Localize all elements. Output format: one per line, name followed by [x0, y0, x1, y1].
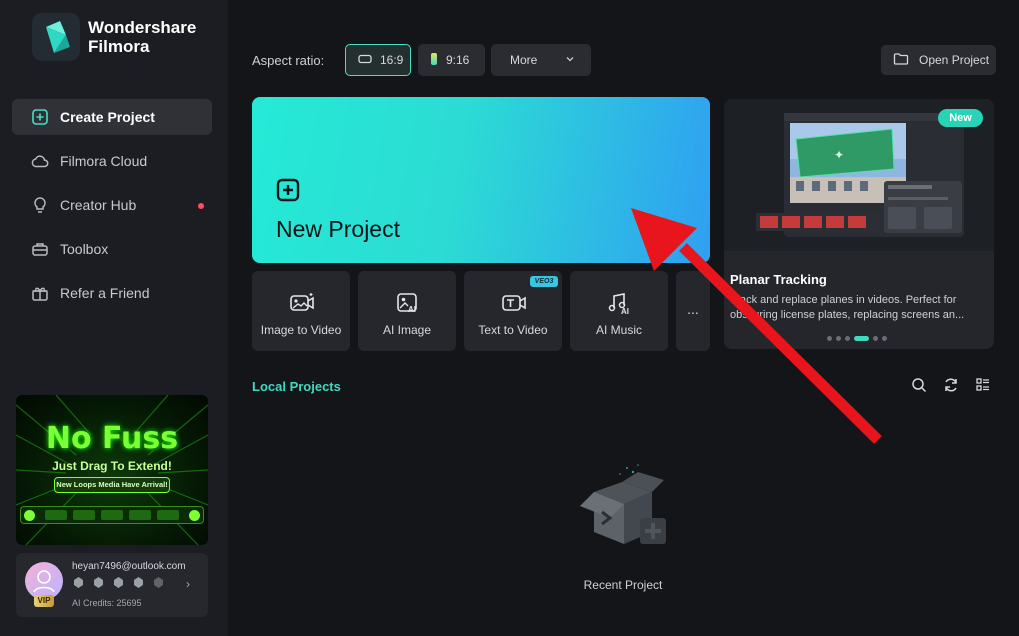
- empty-box-icon: [572, 462, 672, 557]
- list-view-icon[interactable]: [975, 377, 991, 398]
- tool-label: Image to Video: [260, 323, 342, 337]
- filmora-logo: [32, 13, 80, 61]
- sidebar-item-label: Refer a Friend: [60, 285, 150, 301]
- brand-line-1: Wondershare: [88, 18, 197, 37]
- timeline-knob-right: [189, 510, 200, 521]
- ai-music-icon: AI: [607, 291, 633, 320]
- carousel-dot-active[interactable]: [854, 336, 869, 341]
- recent-project-label: Recent Project: [583, 578, 663, 592]
- open-project-button[interactable]: Open Project: [881, 45, 996, 75]
- notification-dot: [198, 203, 204, 209]
- search-icon[interactable]: [911, 377, 927, 398]
- carousel-dot[interactable]: [845, 336, 850, 341]
- carousel-dot[interactable]: [836, 336, 841, 341]
- more-label: More: [510, 53, 538, 67]
- toolbox-icon: [30, 239, 50, 259]
- tool-ai-music[interactable]: AI AI Music: [570, 271, 668, 351]
- aspect-16-9-button[interactable]: 16:9: [345, 44, 411, 76]
- ai-image-icon: AI: [395, 291, 421, 320]
- new-project-button[interactable]: New Project: [252, 97, 710, 263]
- timeline-clip: [129, 510, 151, 520]
- user-email: heyan7496@outlook.com: [72, 561, 186, 572]
- aspect-9-16-button[interactable]: 9:16: [418, 44, 485, 76]
- tool-label: AI Music: [595, 323, 642, 337]
- svg-text:AI: AI: [621, 307, 629, 315]
- portrait-icon: [430, 52, 438, 69]
- promo-banner[interactable]: No Fuss Just Drag To Extend! New Loops M…: [16, 395, 208, 545]
- tool-image-to-video[interactable]: Image to Video: [252, 271, 350, 351]
- tool-ai-image[interactable]: AI AI Image: [358, 271, 456, 351]
- vip-badge: VIP: [34, 595, 54, 607]
- sidebar-item-creator-hub[interactable]: Creator Hub: [12, 187, 212, 223]
- timeline-clip: [73, 510, 95, 520]
- promo-cta: New Loops Media Have Arrival!: [54, 477, 170, 493]
- plus-square-icon: [276, 178, 300, 207]
- promo-title: No Fuss: [45, 421, 179, 456]
- carousel-dot[interactable]: [882, 336, 887, 341]
- cloud-icon: [30, 151, 50, 171]
- gift-icon: [30, 283, 50, 303]
- sidebar-item-toolbox[interactable]: Toolbox: [12, 231, 212, 267]
- aspect-ratio-label: Aspect ratio:: [252, 53, 325, 68]
- brand-name: Wondershare Filmora: [88, 18, 196, 56]
- landscape-icon: [358, 53, 372, 67]
- feature-title: Planar Tracking: [730, 272, 827, 287]
- sidebar-item-label: Create Project: [60, 109, 155, 125]
- more-tools-button[interactable]: ...: [676, 271, 710, 351]
- folder-icon: [893, 52, 909, 69]
- sidebar-item-create-project[interactable]: Create Project: [12, 99, 212, 135]
- new-badge: New: [938, 109, 983, 127]
- carousel-dots[interactable]: [827, 336, 887, 341]
- promo-timeline-strip: [20, 506, 204, 524]
- timeline-clip: [157, 510, 179, 520]
- new-project-label: New Project: [276, 216, 400, 242]
- promo-subtitle: Just Drag To Extend!: [52, 459, 172, 473]
- open-project-label: Open Project: [919, 53, 990, 67]
- sidebar-nav: Create Project Filmora Cloud Creator Hub…: [12, 99, 212, 319]
- aspect-option-label: 9:16: [446, 53, 470, 67]
- brand-line-2: Filmora: [88, 37, 150, 56]
- tool-label: AI Image: [382, 323, 432, 337]
- svg-text:✦: ✦: [834, 148, 844, 162]
- plus-square-icon: [30, 107, 50, 127]
- sidebar-item-label: Creator Hub: [60, 197, 137, 213]
- timeline-clip: [45, 510, 67, 520]
- sidebar-item-refer-a-friend[interactable]: Refer a Friend: [12, 275, 212, 311]
- svg-text:AI: AI: [408, 305, 416, 314]
- more-aspect-dropdown[interactable]: More: [491, 44, 591, 76]
- tool-text-to-video[interactable]: VEO3 Text to Video: [464, 271, 562, 351]
- text-to-video-icon: [501, 291, 527, 320]
- carousel-dot[interactable]: [827, 336, 832, 341]
- sidebar-item-filmora-cloud[interactable]: Filmora Cloud: [12, 143, 212, 179]
- planar-tracking-preview: ✦ New: [724, 99, 994, 251]
- carousel-dot[interactable]: [873, 336, 878, 341]
- timeline-knob-left: [24, 510, 35, 521]
- tool-label: Text to Video: [478, 323, 548, 337]
- feature-carousel[interactable]: ✦ New Planar Tracking Track and replace …: [724, 99, 994, 349]
- sidebar-item-label: Toolbox: [60, 241, 109, 257]
- feature-description: Track and replace planes in videos. Perf…: [730, 294, 965, 321]
- refresh-icon[interactable]: [943, 377, 959, 398]
- timeline-clip: [101, 510, 123, 520]
- chevron-down-icon: [565, 53, 575, 67]
- veo3-badge: VEO3: [530, 276, 558, 287]
- aspect-option-label: 16:9: [380, 53, 404, 67]
- ai-credits: AI Credits: 25695: [72, 598, 142, 608]
- sidebar: Wondershare Filmora Create Project Filmo…: [0, 0, 228, 636]
- local-projects-title: Local Projects: [252, 379, 341, 394]
- image-to-video-icon: [289, 291, 315, 320]
- lightbulb-icon: [30, 195, 50, 215]
- sidebar-item-label: Filmora Cloud: [60, 153, 148, 169]
